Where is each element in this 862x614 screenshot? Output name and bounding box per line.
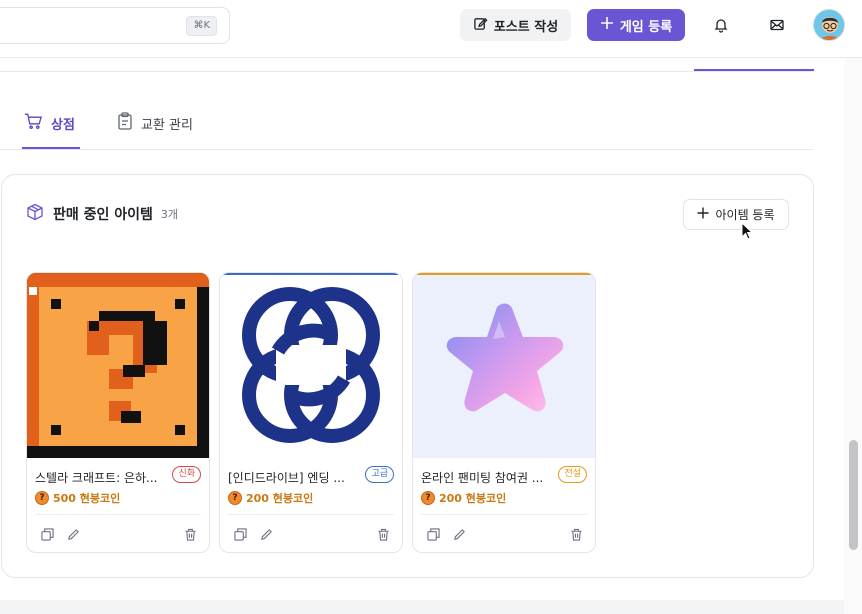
- edit-icon[interactable]: [453, 526, 467, 540]
- grade-accent-line: [413, 273, 595, 275]
- tab-exchange-label: 교환 관리: [141, 117, 193, 133]
- copy-icon[interactable]: [41, 526, 55, 541]
- panel-title: 판매 중인 아이템: [53, 207, 153, 223]
- write-post-label: 포스트 작성: [493, 19, 559, 35]
- edit-icon[interactable]: [67, 526, 81, 540]
- grade-accent-line: [220, 273, 402, 275]
- tab-shop-label: 상점: [51, 117, 75, 133]
- plus-icon: [697, 207, 709, 222]
- package-icon: [26, 203, 44, 225]
- avatar[interactable]: [813, 9, 845, 41]
- tab-exchange-management[interactable]: 교환 관리: [117, 110, 193, 136]
- add-item-button[interactable]: 아이템 등록: [683, 199, 789, 230]
- clipboard-icon: [117, 112, 133, 134]
- tabs-divider: [0, 149, 813, 150]
- grade-badge: 고급: [365, 466, 394, 483]
- grade-accent-line: [27, 273, 209, 275]
- top-bar: ⌘K 포스트 작성 게임 등록: [0, 0, 862, 58]
- item-thumbnail-rings-logo: [220, 273, 402, 458]
- item-card[interactable]: 온라인 팬미팅 참여권 ... 전설 ? 200 현붕코인: [412, 272, 596, 553]
- edit-icon[interactable]: [260, 526, 274, 540]
- card-divider: [228, 514, 394, 515]
- coin-icon: ?: [421, 491, 435, 505]
- card-divider: [35, 514, 201, 515]
- item-name: 스텔라 크래프트: 은하...: [35, 471, 158, 485]
- active-section-indicator: [694, 69, 814, 71]
- cart-icon: [24, 112, 43, 134]
- trash-icon[interactable]: [570, 526, 584, 541]
- trash-icon[interactable]: [184, 526, 198, 541]
- plus-icon: [600, 16, 614, 34]
- item-price-value: 500 현붕코인: [53, 492, 121, 505]
- section-divider: [0, 71, 813, 72]
- coin-icon: ?: [228, 491, 242, 505]
- register-game-label: 게임 등록: [619, 19, 673, 35]
- panel-header: 판매 중인 아이템 3개: [26, 203, 179, 225]
- add-item-label: 아이템 등록: [715, 208, 775, 222]
- item-price-value: 200 현붕코인: [246, 492, 314, 505]
- trash-icon[interactable]: [377, 526, 391, 541]
- register-game-button[interactable]: 게임 등록: [587, 9, 685, 41]
- scrollbar-thumb[interactable]: [849, 440, 858, 550]
- grade-badge: 전설: [558, 466, 587, 483]
- mouse-cursor-icon: [741, 221, 754, 244]
- mail-icon[interactable]: [764, 12, 790, 38]
- item-card[interactable]: [인디드라이브] 엔딩 ... 고급 ? 200 현붕코인: [219, 272, 403, 553]
- copy-icon[interactable]: [427, 526, 441, 541]
- search-shortcut-badge: ⌘K: [186, 16, 217, 36]
- item-price-value: 200 현붕코인: [439, 492, 507, 505]
- search-input[interactable]: ⌘K: [0, 7, 230, 44]
- item-count: 3개: [160, 208, 179, 221]
- copy-icon[interactable]: [234, 526, 248, 541]
- item-price: ? 200 현붕코인: [228, 490, 313, 506]
- item-thumbnail-question-block: [27, 273, 209, 458]
- card-divider: [421, 514, 587, 515]
- item-name: [인디드라이브] 엔딩 ...: [228, 471, 345, 485]
- item-price: ? 500 현붕코인: [35, 490, 120, 506]
- item-thumbnail-star: [413, 273, 595, 458]
- coin-icon: ?: [35, 491, 49, 505]
- item-price: ? 200 현붕코인: [421, 490, 506, 506]
- write-post-button[interactable]: 포스트 작성: [460, 9, 571, 41]
- grade-badge: 신화: [172, 466, 201, 483]
- edit-icon: [473, 16, 488, 35]
- tab-shop[interactable]: 상점: [24, 110, 75, 136]
- notification-bell-icon[interactable]: [708, 12, 734, 38]
- item-name: 온라인 팬미팅 참여권 ...: [421, 471, 544, 485]
- page-bottom-strip: [0, 600, 844, 614]
- item-card[interactable]: 스텔라 크래프트: 은하... 신화 ? 500 현붕코인: [26, 272, 210, 553]
